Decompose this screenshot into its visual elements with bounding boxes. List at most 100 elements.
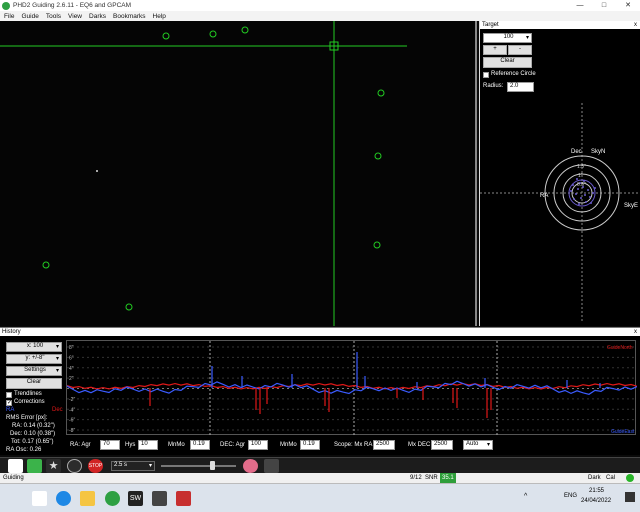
trendlines-checkbox[interactable] [6, 392, 12, 398]
history-settings-label: Settings [24, 367, 46, 373]
radius-spinner[interactable]: 2.0 [507, 82, 534, 92]
star-marker-5[interactable] [374, 152, 382, 160]
ra-mnmo-value: 0.19 [193, 441, 205, 447]
gamma-slider-thumb[interactable] [210, 461, 215, 470]
graph-y-label: -4" [69, 407, 75, 413]
target-scale-select[interactable]: 100 ▾ [483, 33, 532, 43]
star-marker-8[interactable] [125, 303, 133, 311]
ring-label-2: 1" [578, 173, 583, 179]
menu-tools[interactable]: Tools [46, 13, 61, 20]
target-clear-button[interactable]: Clear [483, 57, 532, 68]
radius-label: Radius: [483, 83, 504, 89]
rms-ra: RA: 0.14 (0.32") [12, 423, 55, 429]
x-scale-select[interactable]: x: 100 ▾ [6, 342, 62, 352]
history-graph-svg: 8" 6" 4" 2" -2" -4" -6" -8" GuideNorth GuideEast [66, 341, 638, 436]
minimize-button[interactable]: — [568, 0, 592, 11]
ra-agr-spinner[interactable]: 70 [100, 440, 120, 450]
star-marker-4[interactable] [377, 89, 385, 97]
y-scale-select[interactable]: y: +/-8" ▾ [6, 354, 62, 364]
desktop-icon[interactable] [32, 491, 47, 506]
menu-bookmarks[interactable]: Bookmarks [113, 13, 146, 20]
menu-file[interactable]: File [4, 13, 14, 20]
gamma-slider-track[interactable] [161, 465, 236, 467]
menu-darks[interactable]: Darks [89, 13, 106, 20]
window-title: PHD2 Guiding 2.6.11 - EQ6 and GPCAM [13, 2, 132, 9]
corrections-checkbox[interactable]: ✓ [6, 400, 12, 406]
dec-agr-label: DEC: Agr [220, 442, 246, 448]
target-label-dec: Dec [571, 149, 582, 155]
clock-date[interactable]: 24/04/2022 [581, 498, 611, 504]
menu-view[interactable]: View [68, 13, 82, 20]
menu-help[interactable]: Help [153, 13, 166, 20]
dec-mode-select[interactable]: Auto ▾ [463, 440, 493, 450]
star-marker-3[interactable] [241, 26, 249, 34]
close-button[interactable]: ✕ [616, 0, 640, 11]
star-marker-2[interactable] [209, 30, 217, 38]
maximize-button[interactable]: □ [592, 0, 616, 11]
notification-icon[interactable] [625, 492, 635, 502]
language-indicator[interactable]: ENG [564, 493, 577, 499]
star-marker-1[interactable] [162, 32, 170, 40]
target-panel: Target x 100 ▾ + - Clear Reference Circl… [479, 21, 640, 326]
tray-chevron-icon[interactable]: ^ [524, 493, 527, 500]
guide-crosshair-icon[interactable] [67, 459, 82, 473]
target-zoom-in-button[interactable]: + [483, 45, 507, 55]
folder-icon[interactable] [80, 491, 95, 506]
phd2-taskbar-icon[interactable] [105, 491, 120, 506]
hys-value: 10 [141, 441, 148, 447]
cal-indicator: Cal [606, 475, 616, 481]
app-icon-1[interactable] [152, 491, 167, 506]
dec-mnmo-value: 0.19 [303, 441, 315, 447]
camera-connect-icon[interactable] [8, 459, 23, 473]
mx-dec-spinner[interactable]: 2500 [431, 440, 453, 450]
graph-y-label: -8" [69, 428, 75, 434]
ring-label-1: 1.5" [577, 164, 586, 170]
graph-y-label: 4" [69, 366, 74, 372]
status-bar: Guiding 9/12 SNR 35.1 Dark Cal [0, 473, 640, 483]
target-zoom-out-button[interactable]: - [508, 45, 532, 55]
chevron-down-icon: ▾ [486, 442, 490, 448]
phd2-app-icon [2, 1, 10, 10]
chevron-down-icon: ▾ [55, 368, 59, 374]
dec-mnmo-spinner[interactable]: 0.19 [300, 440, 320, 450]
loop-icon[interactable] [27, 459, 42, 473]
advanced-tool-icon[interactable] [264, 459, 279, 473]
auto-select-star-icon[interactable]: ★ [46, 459, 61, 473]
status-frame: 9/12 [410, 475, 422, 481]
exposure-select[interactable]: 2.5 s ▾ [111, 461, 155, 471]
mx-ra-spinner[interactable]: 2500 [373, 440, 395, 450]
dec-legend: Dec [52, 407, 63, 413]
app-icon-2[interactable] [176, 491, 191, 506]
target-label-ra: RA [540, 193, 548, 199]
star-marker-7[interactable] [42, 261, 50, 269]
chevron-down-icon: ▾ [525, 35, 529, 41]
dec-mode-value: Auto [466, 441, 479, 447]
target-scale-value: 100 [503, 34, 514, 40]
history-close-button[interactable]: x [634, 328, 637, 336]
history-header: History x [0, 328, 640, 336]
dec-agr-spinner[interactable]: 100 [248, 440, 268, 450]
snr-label: SNR [425, 475, 438, 481]
reference-circle-checkbox[interactable] [483, 72, 489, 78]
clock-time[interactable]: 21:55 [589, 488, 604, 494]
hys-spinner[interactable]: 10 [138, 440, 158, 450]
ra-legend: RA [6, 407, 15, 413]
menu-guide[interactable]: Guide [21, 13, 38, 20]
history-header-label: History [2, 329, 21, 335]
history-clear-button[interactable]: Clear [6, 378, 62, 389]
edge-icon[interactable] [56, 491, 71, 506]
history-settings-button[interactable]: Settings ▾ [6, 366, 62, 376]
stop-icon[interactable]: STOP [88, 459, 103, 473]
ra-mnmo-spinner[interactable]: 0.19 [190, 440, 210, 450]
graph-label-east: GuideEast [611, 429, 635, 435]
brain-icon[interactable] [243, 459, 258, 473]
camera-overlay [0, 21, 407, 326]
sharpcap-icon[interactable]: SW [128, 491, 143, 506]
target-close-button[interactable]: x [634, 21, 637, 29]
main-toolbar: ★ STOP 2.5 s ▾ [0, 457, 640, 473]
mx-dec-label: Mx DEC [408, 442, 431, 448]
snr-value: 35.1 [440, 473, 456, 483]
dec-mnmo-label: MnMo [280, 442, 297, 448]
star-marker-6[interactable] [373, 241, 381, 249]
camera-view[interactable] [0, 21, 477, 326]
